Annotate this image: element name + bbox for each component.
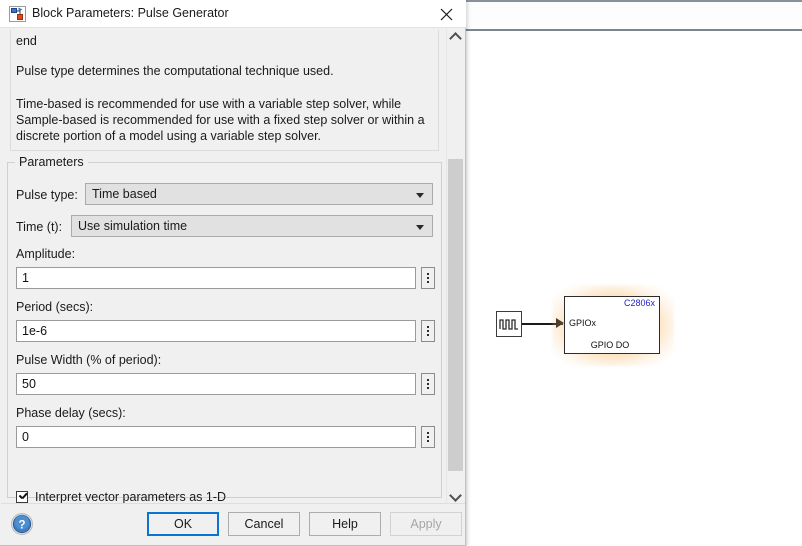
help-circle-icon[interactable]: ? bbox=[10, 512, 34, 536]
dialog-vertical-scrollbar[interactable] bbox=[446, 28, 464, 505]
description-paragraph-2: Time-based is recommended for use with a… bbox=[16, 97, 425, 143]
scroll-up-button[interactable] bbox=[447, 28, 464, 45]
dialog-titlebar[interactable]: Block Parameters: Pulse Generator bbox=[0, 0, 466, 28]
block-parameters-dialog: Block Parameters: Pulse Generator end Pu… bbox=[0, 0, 466, 546]
block-description: end Pulse type determines the computatio… bbox=[10, 30, 439, 151]
amplitude-input[interactable]: 1 bbox=[16, 267, 416, 289]
pulse-width-value: 50 bbox=[22, 377, 36, 391]
phase-delay-value: 0 bbox=[22, 430, 29, 444]
amplitude-more-icon[interactable] bbox=[421, 267, 435, 289]
canvas-toolbar-separator bbox=[465, 29, 802, 31]
time-t-select[interactable]: Use simulation time bbox=[71, 215, 433, 237]
close-icon[interactable] bbox=[432, 4, 460, 24]
pulse-width-label: Pulse Width (% of period): bbox=[16, 353, 162, 367]
apply-button: Apply bbox=[390, 512, 462, 536]
amplitude-label: Amplitude: bbox=[16, 247, 76, 261]
chevron-up-icon bbox=[449, 31, 462, 45]
help-button[interactable]: Help bbox=[309, 512, 381, 536]
pulse-waveform-icon bbox=[497, 312, 521, 336]
ok-button[interactable]: OK bbox=[147, 512, 219, 536]
pulse-type-label: Pulse type: bbox=[16, 188, 78, 202]
gpio-chip-label: C2806x bbox=[623, 298, 655, 308]
pulse-type-value: Time based bbox=[92, 187, 157, 201]
phase-delay-input[interactable]: 0 bbox=[16, 426, 416, 448]
pulse-width-more-icon[interactable] bbox=[421, 373, 435, 395]
pulse-width-input[interactable]: 50 bbox=[16, 373, 416, 395]
time-t-value: Use simulation time bbox=[78, 219, 188, 233]
amplitude-value: 1 bbox=[22, 271, 29, 285]
cancel-button[interactable]: Cancel bbox=[228, 512, 300, 536]
period-input[interactable]: 1e-6 bbox=[16, 320, 416, 342]
chevron-down-icon bbox=[449, 488, 462, 502]
description-end-text: end bbox=[16, 34, 37, 48]
phase-delay-more-icon[interactable] bbox=[421, 426, 435, 448]
period-label: Period (secs): bbox=[16, 300, 94, 314]
canvas-toolbar-band bbox=[467, 2, 802, 29]
dialog-content: end Pulse type determines the computatio… bbox=[1, 28, 447, 505]
checkbox-checked-icon[interactable] bbox=[16, 491, 28, 503]
interpret-vector-label: Interpret vector parameters as 1-D bbox=[35, 490, 227, 504]
period-more-icon[interactable] bbox=[421, 320, 435, 342]
gpio-input-port-label: GPIOx bbox=[569, 318, 597, 328]
parameters-legend: Parameters bbox=[15, 155, 88, 169]
period-value: 1e-6 bbox=[22, 324, 48, 338]
gpio-do-block[interactable]: C2806x GPIOx GPIO DO bbox=[564, 296, 660, 354]
gpio-block-name: GPIO DO bbox=[590, 340, 630, 350]
pulse-generator-block[interactable] bbox=[496, 311, 522, 337]
dialog-footer: ? OK Cancel Help Apply bbox=[1, 503, 465, 544]
time-t-label: Time (t): bbox=[16, 220, 63, 234]
simulink-block-icon bbox=[9, 6, 26, 22]
chevron-down-icon bbox=[416, 193, 424, 198]
chevron-down-icon bbox=[416, 225, 424, 230]
scrollbar-thumb[interactable] bbox=[448, 159, 463, 471]
interpret-vector-checkbox-row[interactable]: Interpret vector parameters as 1-D bbox=[16, 490, 226, 504]
pulse-type-select[interactable]: Time based bbox=[85, 183, 433, 205]
svg-text:?: ? bbox=[18, 519, 25, 531]
description-paragraph-1: Pulse type determines the computational … bbox=[16, 64, 334, 78]
phase-delay-label: Phase delay (secs): bbox=[16, 406, 126, 420]
dialog-title: Block Parameters: Pulse Generator bbox=[32, 6, 229, 20]
